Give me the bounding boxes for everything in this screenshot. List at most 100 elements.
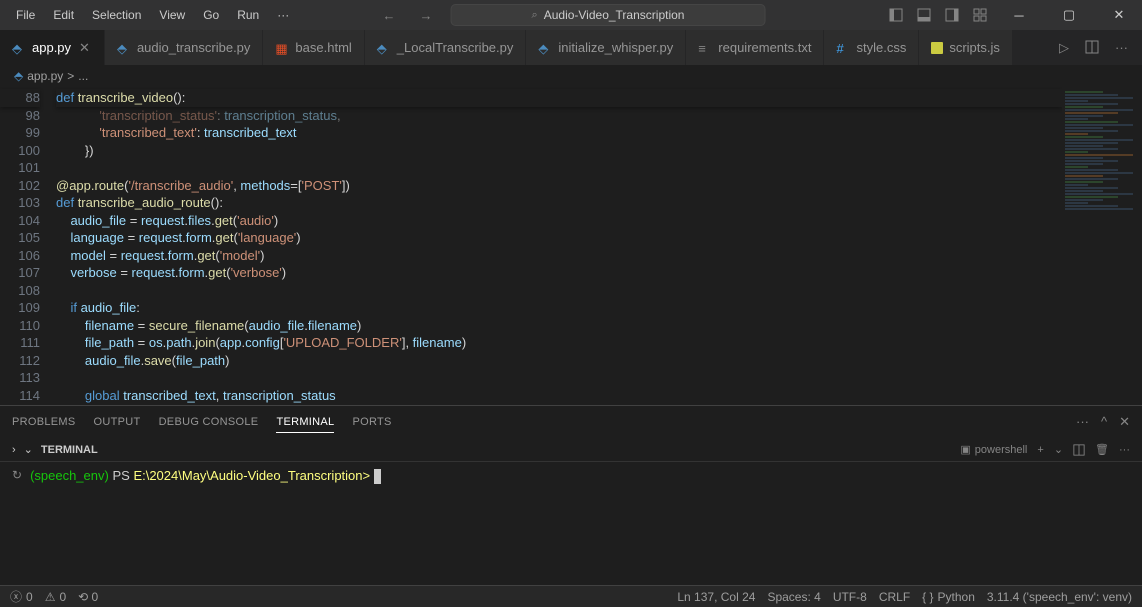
terminal-profile-selector[interactable]: ▣ powershell xyxy=(960,443,1027,456)
tab-close-icon[interactable]: ✕ xyxy=(77,38,92,58)
breadcrumb-separator: > xyxy=(67,69,74,83)
tab-style-css[interactable]: # style.css xyxy=(824,30,919,65)
panel-tab-terminal[interactable]: TERMINAL xyxy=(276,412,334,433)
window-maximize-button[interactable]: ▢ xyxy=(1046,0,1092,30)
terminal-title: TERMINAL xyxy=(41,444,98,456)
search-label: Audio-Video_Transcription xyxy=(544,8,685,22)
terminal-cursor xyxy=(374,469,381,484)
terminal-header: › ⌄ TERMINAL ▣ powershell + ⌄ 🗑 ··· xyxy=(0,438,1142,462)
more-actions-icon[interactable]: ··· xyxy=(1111,38,1132,58)
menu-···[interactable]: ··· xyxy=(269,4,297,26)
window-minimize-button[interactable]: ─ xyxy=(996,0,1042,30)
powershell-icon: ▣ xyxy=(960,443,970,456)
status-interpreter[interactable]: 3.11.4 ('speech_env': venv) xyxy=(987,590,1132,604)
py-file-icon: ⬘ xyxy=(117,41,131,55)
status-eol[interactable]: CRLF xyxy=(879,590,910,604)
tab-base-html[interactable]: ▦ base.html xyxy=(263,30,364,65)
tab-app-py[interactable]: ⬘ app.py ✕ xyxy=(0,30,105,65)
tab-initialize_whisper-py[interactable]: ⬘ initialize_whisper.py xyxy=(526,30,686,65)
panel-tab-debug-console[interactable]: DEBUG CONSOLE xyxy=(159,412,259,433)
layout-sidebar-right-icon[interactable] xyxy=(940,3,964,27)
status-bar: ⓧ 0 ⚠ 0 ⟲ 0 Ln 137, Col 24 Spaces: 4 UTF… xyxy=(0,585,1142,607)
minimap[interactable] xyxy=(1062,87,1142,405)
status-indentation[interactable]: Spaces: 4 xyxy=(767,590,820,604)
nav-back-icon[interactable]: ← xyxy=(377,6,402,25)
py-file-icon: ⬘ xyxy=(538,41,552,55)
editor-tabs-bar: ⬘ app.py ✕ ⬘ audio_transcribe.py ▦ base.html ⬘ _… xyxy=(0,30,1142,65)
window-close-button[interactable]: ✕ xyxy=(1096,0,1142,30)
terminal[interactable]: ↻ (speech_env) PS E:\2024\May\Audio-Vide… xyxy=(0,462,1142,585)
layout-sidebar-left-icon[interactable] xyxy=(884,3,908,27)
new-terminal-button[interactable]: + xyxy=(1037,444,1043,456)
panel-more-icon[interactable]: ··· xyxy=(1076,414,1089,430)
panel-maximize-icon[interactable]: ^ xyxy=(1101,414,1107,430)
terminal-env: (speech_env) xyxy=(30,468,109,483)
menu-go[interactable]: Go xyxy=(195,4,227,26)
py-file-icon: ⬘ xyxy=(12,41,26,55)
search-icon: ⌕ xyxy=(532,9,538,22)
status-line-col[interactable]: Ln 137, Col 24 xyxy=(677,590,755,604)
terminal-path: E:\2024\May\Audio-Video_Transcription> xyxy=(133,468,370,483)
menu-selection[interactable]: Selection xyxy=(84,4,149,26)
panel-tab-problems[interactable]: PROBLEMS xyxy=(12,412,76,433)
panel-close-icon[interactable]: ✕ xyxy=(1119,414,1130,430)
txt-file-icon: ≡ xyxy=(698,41,712,55)
panel-tabs-bar: PROBLEMS OUTPUT DEBUG CONSOLE TERMINAL PORTS… xyxy=(0,406,1142,438)
split-editor-icon[interactable] xyxy=(1081,38,1103,58)
editor-area: 8898991001011021031041051061071081091101… xyxy=(0,87,1142,405)
panel-tab-ports[interactable]: PORTS xyxy=(352,412,391,433)
tab-label: base.html xyxy=(295,40,351,55)
tab-label: style.css xyxy=(856,40,906,55)
status-warnings[interactable]: ⚠ 0 xyxy=(45,590,66,604)
status-ports-icon[interactable]: ⟲ 0 xyxy=(78,590,98,604)
tab-label: _LocalTranscribe.py xyxy=(397,40,514,55)
terminal-prompt-line: (speech_env) PS E:\2024\May\Audio-Video_… xyxy=(30,468,381,579)
kill-terminal-icon[interactable]: 🗑 xyxy=(1095,443,1109,456)
menubar: FileEditSelectionViewGoRun··· xyxy=(8,4,297,26)
split-terminal-icon[interactable] xyxy=(1073,444,1085,456)
panel-tab-output[interactable]: OUTPUT xyxy=(94,412,141,433)
tab-label: initialize_whisper.py xyxy=(558,40,673,55)
menu-file[interactable]: File xyxy=(8,4,43,26)
menu-run[interactable]: Run xyxy=(229,4,267,26)
command-center-search[interactable]: ⌕ Audio-Video_Transcription xyxy=(451,4,766,26)
breadcrumb-more: ... xyxy=(78,69,88,83)
py-file-icon: ⬘ xyxy=(377,41,391,55)
tab-audio_transcribe-py[interactable]: ⬘ audio_transcribe.py xyxy=(105,30,263,65)
breadcrumb-file: app.py xyxy=(27,69,63,83)
tab-label: app.py xyxy=(32,40,71,55)
menu-edit[interactable]: Edit xyxy=(45,4,82,26)
css-file-icon: # xyxy=(836,41,850,55)
run-button-icon[interactable]: ▷ xyxy=(1055,38,1073,58)
tab-label: requirements.txt xyxy=(718,40,811,55)
window-controls: ─ ▢ ✕ xyxy=(884,0,1142,30)
titlebar: FileEditSelectionViewGoRun··· ← → ⌕ Audi… xyxy=(0,0,1142,30)
terminal-more-icon[interactable]: ··· xyxy=(1119,444,1130,456)
tab-scripts-js[interactable]: scripts.js xyxy=(919,30,1013,65)
status-errors[interactable]: ⓧ 0 xyxy=(10,588,33,605)
bottom-panel: PROBLEMS OUTPUT DEBUG CONSOLE TERMINAL PORTS… xyxy=(0,405,1142,585)
breadcrumb[interactable]: ⬘ app.py > ... xyxy=(0,65,1142,87)
tab-label: scripts.js xyxy=(949,40,1000,55)
terminal-profile-label: powershell xyxy=(975,444,1028,456)
tab-label: audio_transcribe.py xyxy=(137,40,250,55)
terminal-history-icon[interactable]: ↻ xyxy=(12,468,22,482)
python-file-icon: ⬘ xyxy=(14,69,23,83)
tab-requirements-txt[interactable]: ≡ requirements.txt xyxy=(686,30,824,65)
nav-forward-icon[interactable]: → xyxy=(414,6,439,25)
editor-tabs: ⬘ app.py ✕ ⬘ audio_transcribe.py ▦ base.html ⬘ _… xyxy=(0,30,1013,65)
menu-view[interactable]: View xyxy=(151,4,193,26)
code-editor[interactable]: 8898991001011021031041051061071081091101… xyxy=(0,87,1062,405)
chevron-down-icon[interactable]: ⌄ xyxy=(24,443,33,456)
layout-customize-icon[interactable] xyxy=(968,3,992,27)
tab-_LocalTranscribe-py[interactable]: ⬘ _LocalTranscribe.py xyxy=(365,30,527,65)
status-encoding[interactable]: UTF-8 xyxy=(833,590,867,604)
chevron-right-icon[interactable]: › xyxy=(12,444,16,456)
terminal-dropdown-icon[interactable]: ⌄ xyxy=(1054,443,1063,456)
js-file-icon xyxy=(931,42,943,54)
html-file-icon: ▦ xyxy=(275,41,289,55)
line-gutter: 8898991001011021031041051061071081091101… xyxy=(0,87,56,405)
code-content[interactable]: def transcribe_video(): 'transcription_s… xyxy=(56,87,1062,405)
status-language[interactable]: { } Python xyxy=(922,590,975,604)
layout-panel-bottom-icon[interactable] xyxy=(912,3,936,27)
